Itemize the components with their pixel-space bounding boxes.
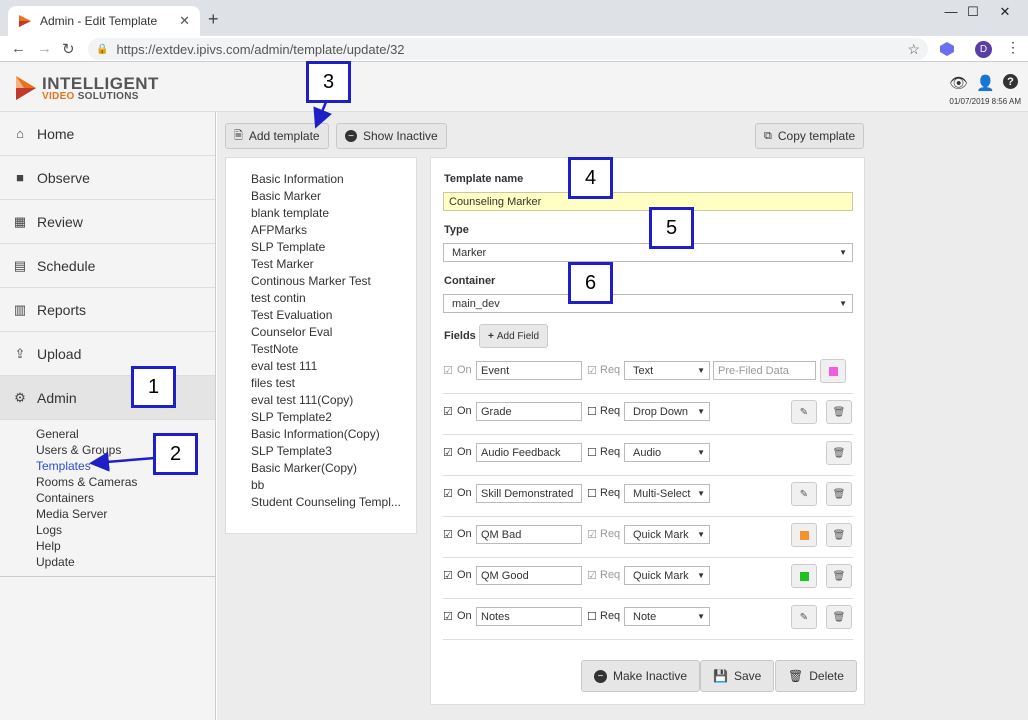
arrow-to-templates — [89, 451, 156, 472]
annotation-2: 2 — [153, 433, 198, 475]
annotation-arrows — [89, 101, 332, 472]
arrow-to-add-template — [313, 101, 332, 129]
annotation-1: 1 — [131, 366, 176, 408]
annotation-5: 5 — [649, 207, 694, 249]
annotation-3: 3 — [306, 61, 351, 103]
annotation-4: 4 — [568, 157, 613, 199]
annotation-6: 6 — [568, 262, 613, 304]
